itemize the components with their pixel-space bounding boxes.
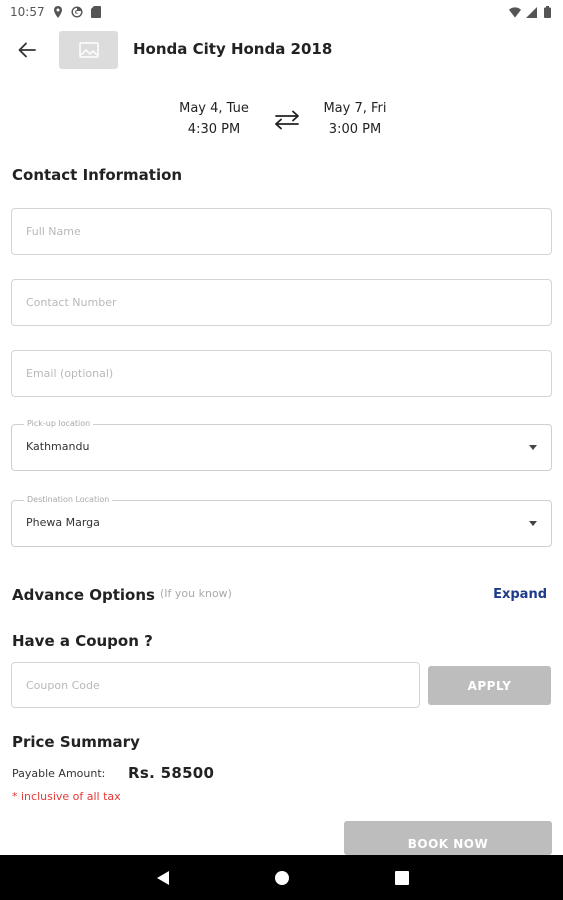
coupon-section-title: Have a Coupon ? [12,632,153,650]
nav-home-button[interactable] [273,869,291,887]
expand-link[interactable]: Expand [493,587,547,602]
back-button[interactable] [14,38,40,62]
wifi-icon [509,6,521,18]
battery-icon [541,6,553,18]
contact-number-input[interactable] [12,280,551,325]
return-date: May 7, Fri [323,101,387,116]
back-arrow-icon [18,42,36,58]
full-name-field[interactable] [11,208,552,255]
nav-back-button[interactable] [154,869,172,887]
price-summary-title: Price Summary [12,733,140,751]
email-input[interactable] [12,351,551,396]
advance-options-row: Advance Options (If you know) Expand [12,584,547,606]
payable-amount-value: Rs. 58500 [128,764,215,782]
status-bar: 10:57 [0,0,563,24]
google-icon [71,6,83,18]
car-title: Honda City Honda 2018 [133,40,333,58]
book-now-label: BOOK NOW [407,837,489,851]
contact-number-field[interactable] [11,279,552,326]
car-thumbnail [59,31,118,69]
advance-options-hint: (If you know) [160,587,232,600]
return-datetime[interactable]: May 7, Fri 3:00 PM [305,98,405,140]
signal-icon [525,6,537,18]
pickup-time: 4:30 PM [187,122,241,137]
system-nav-bar [0,855,563,900]
nav-recents-button[interactable] [393,869,411,887]
coupon-code-field[interactable] [11,662,420,708]
swap-dates-icon [272,108,302,132]
destination-location-select[interactable]: Destination Location Phewa Marga [11,495,552,547]
triangle-back-icon [157,871,169,885]
pickup-location-label: Pick-up location [24,419,94,429]
coupon-code-input[interactable] [12,663,419,707]
full-name-input[interactable] [12,209,551,254]
apply-coupon-button[interactable]: APPLY [428,666,551,705]
sd-card-icon [90,6,102,18]
payable-amount-label: Payable Amount: [12,767,106,780]
pickup-location-select[interactable]: Pick-up location Kathmandu [11,419,552,471]
pickup-datetime[interactable]: May 4, Tue 4:30 PM [164,98,264,140]
email-field[interactable] [11,350,552,397]
dropdown-arrow-icon [529,521,537,526]
advance-options-title: Advance Options [12,586,155,604]
contact-section-title: Contact Information [12,166,183,184]
dropdown-arrow-icon [529,445,537,450]
destination-location-label: Destination Location [24,495,113,505]
pickup-location-value: Kathmandu [26,440,90,453]
book-now-button[interactable]: BOOK NOW [344,821,552,855]
status-time: 10:57 [10,5,45,19]
square-recents-icon [395,871,409,885]
tax-note: * inclusive of all tax [12,790,121,803]
return-time: 3:00 PM [328,122,382,137]
rental-dates: May 4, Tue 4:30 PM May 7, Fri 3:00 PM [0,98,563,142]
destination-location-value: Phewa Marga [26,516,100,529]
pickup-date: May 4, Tue [179,101,249,116]
app-header: Honda City Honda 2018 [0,30,563,70]
image-placeholder-icon [78,42,99,58]
location-icon [52,6,64,18]
circle-home-icon [275,871,289,885]
